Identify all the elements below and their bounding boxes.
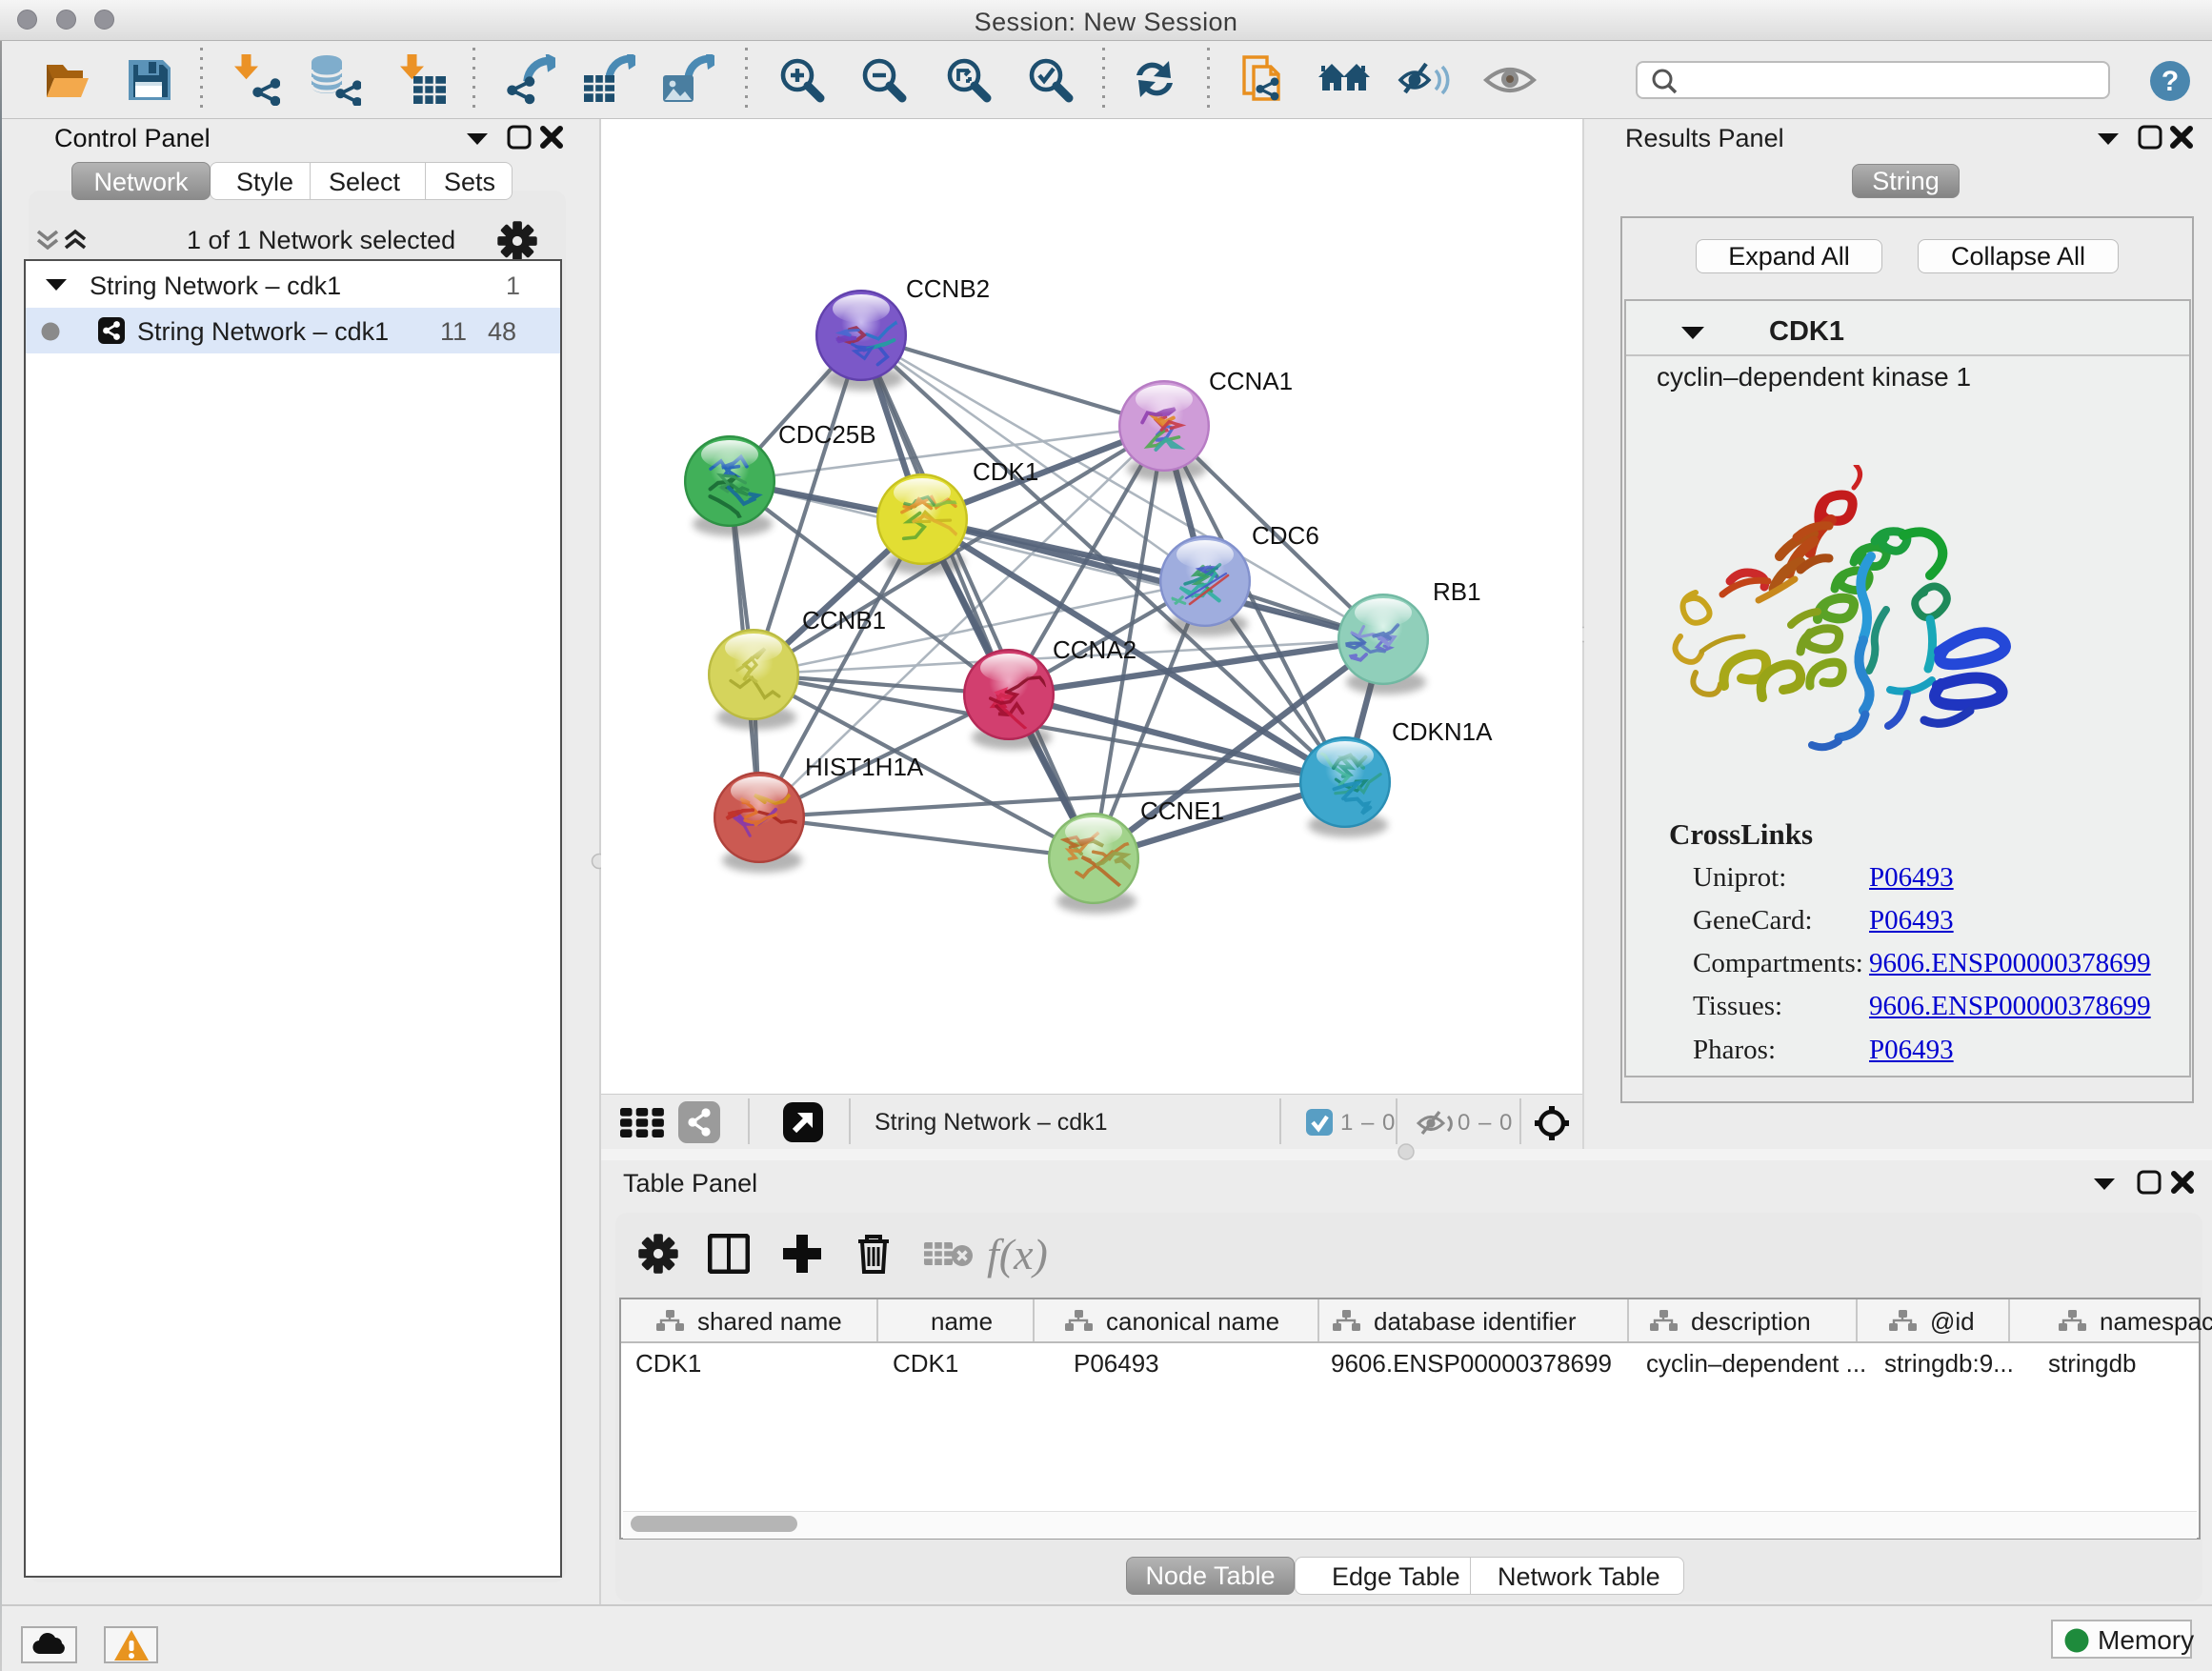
svg-text:CCNB2: CCNB2 [906, 274, 990, 303]
svg-text:CCNE1: CCNE1 [1140, 796, 1224, 825]
svg-text:CCNA2: CCNA2 [1053, 635, 1136, 664]
svg-text:HIST1H1A: HIST1H1A [805, 753, 924, 781]
svg-text:RB1: RB1 [1433, 577, 1481, 606]
svg-text:CCNA1: CCNA1 [1209, 367, 1293, 395]
svg-text:CDC6: CDC6 [1252, 521, 1319, 550]
svg-text:CDKN1A: CDKN1A [1392, 717, 1493, 746]
svg-text:CDK1: CDK1 [973, 457, 1038, 486]
svg-text:?: ? [2162, 66, 2179, 97]
svg-text:CCNB1: CCNB1 [802, 606, 886, 634]
svg-text:CDC25B: CDC25B [778, 420, 876, 449]
